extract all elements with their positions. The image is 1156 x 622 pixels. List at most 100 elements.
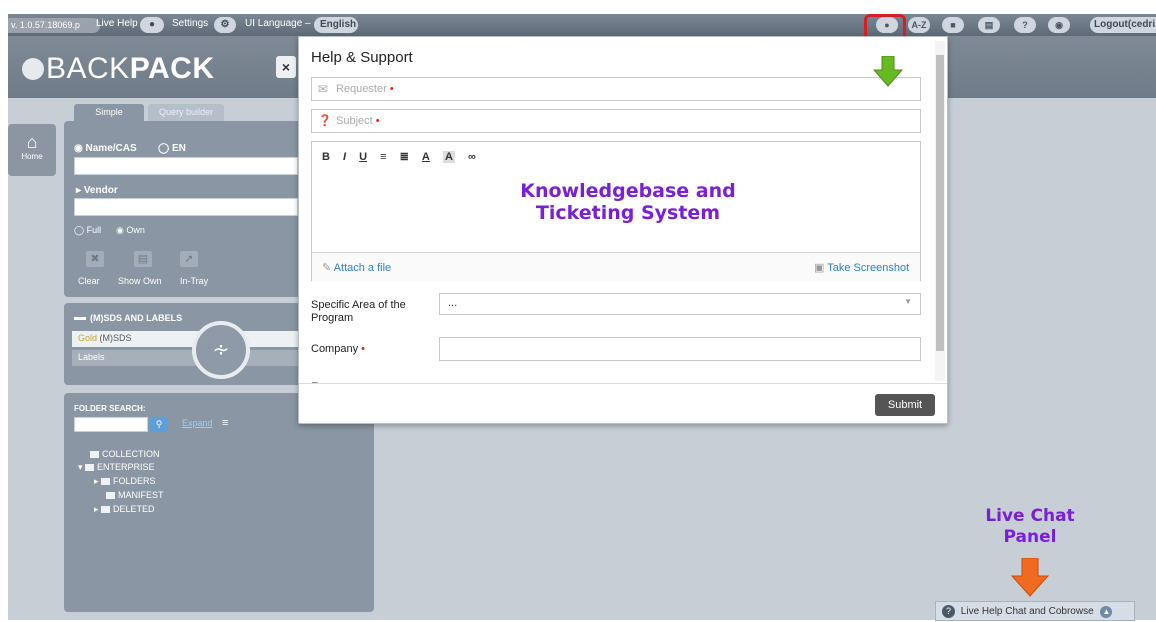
- top-bar: v. 1.0.57.18069.p Live Help ● Settings ⚙…: [8, 14, 1156, 36]
- folder-search-input[interactable]: [74, 417, 148, 432]
- question-icon: ?: [942, 605, 955, 618]
- company-label-text: Company: [311, 343, 359, 355]
- tree-item-label: ENTERPRISE: [97, 462, 155, 472]
- building-icon[interactable]: ■: [942, 17, 964, 33]
- msds-title: (M)SDS AND LABELS: [74, 313, 182, 323]
- own-radio[interactable]: ◉ Own: [116, 225, 145, 236]
- tree-item-label: COLLECTION: [102, 449, 160, 459]
- clear-icon[interactable]: ✖: [86, 251, 104, 267]
- vendor-input[interactable]: [74, 198, 298, 216]
- live-help-chat-icon[interactable]: ●: [140, 17, 164, 33]
- dialog-scrollbar[interactable]: [935, 41, 945, 381]
- header-right-strip: [948, 36, 1156, 98]
- underline-button[interactable]: U: [359, 151, 367, 163]
- take-screenshot-label: Take Screenshot: [827, 262, 910, 274]
- full-radio[interactable]: ◯ Full: [74, 225, 101, 236]
- submit-button[interactable]: Submit: [875, 394, 935, 416]
- area-select[interactable]: ... ▼: [439, 293, 921, 315]
- settings-gear-icon[interactable]: ⚙: [214, 17, 236, 33]
- company-input[interactable]: [439, 337, 921, 361]
- full-label: Full: [86, 225, 102, 235]
- take-screenshot-link[interactable]: ▣ Take Screenshot: [814, 261, 909, 274]
- close-panel-icon[interactable]: ×: [276, 56, 296, 78]
- folder-icon: [106, 492, 115, 500]
- logout-button[interactable]: Logout(cedri: [1090, 17, 1156, 33]
- simple-search-panel: ◉ Name/CAS ◯ EN ▸ Vendor ◯ Full ◉ Own ✖ …: [64, 121, 298, 297]
- folder-search-panel: FOLDER SEARCH: ⚲ Expand ≡: [64, 393, 374, 612]
- tab-simple[interactable]: Simple: [74, 104, 144, 121]
- document-icon[interactable]: ▤: [978, 17, 1000, 33]
- area-label: Specific Area of the Program: [311, 299, 406, 324]
- chevron-down-icon: ▼: [904, 297, 912, 306]
- live-help-link[interactable]: Live Help: [96, 18, 138, 29]
- ui-language-select[interactable]: English: [314, 17, 358, 33]
- lang-label: EN: [171, 143, 186, 154]
- folder-search-button[interactable]: ⚲: [150, 417, 168, 432]
- folder-icon: [90, 451, 99, 459]
- msds-row[interactable]: Gold (M)SDS: [72, 331, 298, 347]
- area-select-value: ...: [448, 297, 458, 309]
- scrollbar-thumb[interactable]: [936, 55, 944, 351]
- expand-link[interactable]: Expand: [182, 418, 213, 428]
- folder-icon: [101, 506, 111, 514]
- name-cas-input[interactable]: [74, 157, 298, 175]
- bold-button[interactable]: B: [322, 151, 330, 163]
- folder-icon: [85, 464, 95, 472]
- clear-button[interactable]: Clear: [78, 276, 100, 286]
- tree-item-label: MANIFEST: [118, 490, 164, 500]
- tree-item-manifest[interactable]: MANIFEST: [106, 490, 164, 500]
- home-icon: ⌂: [26, 132, 38, 152]
- name-cas-radio[interactable]: ◉ Name/CAS: [74, 143, 137, 154]
- tab-query-builder[interactable]: Query builder: [148, 104, 224, 121]
- show-own-icon[interactable]: ▤: [134, 251, 152, 267]
- live-chat-annotation: Live Chat Panel: [950, 506, 1110, 548]
- bullet-list-button[interactable]: ≡: [380, 151, 386, 163]
- envelope-icon: ✉: [318, 82, 329, 96]
- help-icon[interactable]: ?: [1014, 17, 1036, 33]
- in-tray-button[interactable]: In-Tray: [180, 276, 208, 286]
- subject-field[interactable]: ❓ Subject •: [311, 109, 921, 133]
- numbered-list-button[interactable]: ≣: [400, 151, 409, 163]
- attach-file-label: Attach a file: [333, 262, 392, 274]
- italic-button[interactable]: I: [343, 151, 346, 163]
- tree-item-deleted[interactable]: ▸ DELETED: [94, 504, 155, 515]
- version-label: v. 1.0.57.18069.p: [8, 18, 100, 33]
- requester-field[interactable]: ✉ Requester •: [311, 77, 921, 101]
- font-color-button[interactable]: A: [422, 151, 430, 163]
- show-own-button[interactable]: Show Own: [118, 276, 162, 286]
- binoculars-icon[interactable]: ◉: [1048, 17, 1070, 33]
- logo-header: BACKPACK ×: [8, 36, 298, 98]
- link-button[interactable]: ∞: [468, 151, 476, 163]
- logo-text-bold: PACK: [129, 52, 215, 85]
- name-cas-label: Name/CAS: [85, 143, 137, 154]
- home-tab[interactable]: ⌂ Home: [8, 124, 56, 176]
- settings-link[interactable]: Settings: [172, 18, 208, 29]
- subject-placeholder: Subject •: [336, 115, 380, 127]
- in-tray-icon[interactable]: ➚: [180, 251, 198, 267]
- orange-arrow-down-icon: [1010, 558, 1050, 597]
- logo-text-light: BACK: [46, 52, 130, 85]
- dialog-footer: Submit: [299, 383, 947, 423]
- tree-item-collection[interactable]: COLLECTION: [90, 449, 160, 459]
- camera-icon: ▣: [814, 262, 825, 274]
- editor-toolbar: B I U ≡ ≣ A A ∞: [322, 150, 486, 163]
- live-help-chat-bar[interactable]: ? Live Help Chat and Cobrowse ▲: [935, 601, 1135, 621]
- company-label: Company •: [311, 343, 365, 355]
- highlight-color-button[interactable]: A: [442, 151, 455, 163]
- kb-annotation-line2: Ticketing System: [535, 202, 721, 224]
- tree-view-icon[interactable]: ≡: [222, 417, 228, 429]
- chevron-up-icon[interactable]: ▲: [1100, 605, 1113, 618]
- home-label: Home: [21, 152, 43, 161]
- attach-file-link[interactable]: ✎ Attach a file: [322, 261, 391, 274]
- tree-item-enterprise[interactable]: ▾ ENTERPRISE: [78, 462, 155, 473]
- activity-pulse-icon[interactable]: ∻: [192, 321, 250, 379]
- live-help-chat-label: Live Help Chat and Cobrowse: [960, 606, 1094, 617]
- tree-item-folders[interactable]: ▸ FOLDERS: [94, 476, 156, 487]
- requester-placeholder: Requester •: [336, 83, 394, 95]
- vendor-toggle[interactable]: ▸ Vendor: [76, 185, 118, 196]
- lang-radio[interactable]: ◯ EN: [158, 143, 186, 154]
- az-icon[interactable]: A-Z: [908, 17, 930, 33]
- labels-row[interactable]: Labels: [72, 350, 298, 366]
- knowledgebase-annotation: Knowledgebase and Ticketing System: [478, 180, 778, 224]
- kb-annotation-line1: Knowledgebase and: [520, 180, 736, 202]
